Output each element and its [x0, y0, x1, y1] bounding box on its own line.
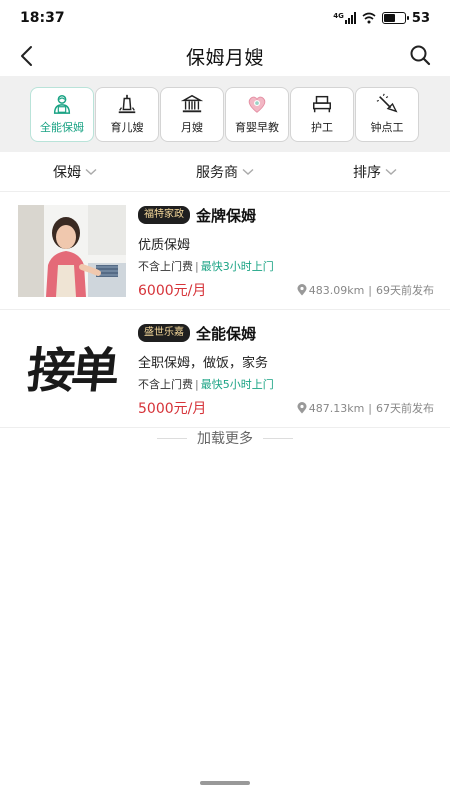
listing-info: 福特家政 金牌保姆 优质保姆 不含上门费 | 最快3小时上门 6000元/月 483…: [138, 204, 434, 300]
woman-in-kitchen-photo: [18, 205, 126, 297]
filter-label: 服务商: [196, 164, 238, 181]
fast-note: 最快5小时上门: [200, 378, 274, 391]
tab-label: 月嫂: [181, 121, 203, 134]
tab-label: 护工: [311, 121, 333, 134]
location-pin-icon: [297, 402, 307, 414]
filter-label: 保姆: [53, 164, 81, 181]
tab-hourly-worker[interactable]: 钟点工: [355, 86, 419, 142]
heart-baby-icon: [248, 96, 266, 113]
fee-note: 不含上门费: [138, 378, 193, 391]
nav-bar: 保姆月嫂: [0, 36, 450, 76]
battery-percent: 53: [411, 10, 430, 26]
wifi-icon: [362, 12, 376, 24]
battery-icon: [381, 12, 409, 24]
listing-card[interactable]: 福特家政 金牌保姆 优质保姆 不含上门费 | 最快3小时上门 6000元/月 483…: [0, 192, 450, 310]
filter-sort-dropdown[interactable]: 排序: [300, 162, 450, 182]
chevron-left-icon[interactable]: [16, 44, 40, 68]
posted-time: 67天前发布: [376, 402, 434, 415]
company-badge: 盛世乐嘉: [138, 324, 190, 342]
cleaning-icon: [376, 93, 398, 113]
company-badge: 福特家政: [138, 206, 190, 224]
divider: [157, 437, 187, 439]
baby-bottle-icon: [118, 94, 136, 114]
status-bar: 18:37 4G 53: [0, 0, 450, 36]
fee-note: 不含上门费: [138, 260, 193, 273]
signal-icon: 4G: [333, 12, 356, 24]
separator: |: [195, 260, 199, 273]
separator: |: [195, 378, 199, 391]
load-more[interactable]: 加载更多: [0, 428, 450, 448]
filter-bar: 保姆 服务商 排序: [0, 152, 450, 192]
calligraphy-image: 接单: [24, 343, 119, 399]
status-time: 18:37: [20, 10, 65, 26]
listing-thumbnail: [18, 205, 126, 297]
fee-row: 不含上门费 | 最快3小时上门: [138, 258, 434, 274]
tab-caregiver[interactable]: 护工: [290, 86, 354, 142]
meta-separator: |: [368, 401, 372, 415]
chevron-down-icon: [242, 168, 254, 175]
tab-early-education[interactable]: 育婴早教: [225, 86, 289, 142]
tab-label: 全能保姆: [40, 121, 84, 134]
home-indicator[interactable]: [200, 781, 250, 785]
listing-description: 全职保姆，做饭，家务: [138, 356, 269, 371]
posted-time: 69天前发布: [376, 284, 434, 297]
filter-nanny-dropdown[interactable]: 保姆: [0, 162, 150, 182]
load-more-label: 加载更多: [197, 431, 253, 447]
page-title: 保姆月嫂: [185, 46, 264, 69]
listing-meta: 483.09km | 69天前发布: [297, 282, 434, 298]
listing-title: 金牌保姆: [196, 206, 257, 225]
fast-note: 最快3小时上门: [200, 260, 274, 273]
listing-title: 全能保姆: [196, 324, 257, 343]
tab-label: 育婴早教: [235, 121, 279, 134]
distance: 487.13km: [308, 401, 365, 415]
tab-childcare[interactable]: 育儿嫂: [95, 86, 159, 142]
filter-label: 排序: [353, 164, 381, 181]
tab-label: 育儿嫂: [110, 121, 144, 134]
search-icon[interactable]: [408, 43, 432, 67]
listing-thumbnail: 接单: [18, 320, 126, 412]
price: 6000元/月: [138, 283, 207, 299]
meta-separator: |: [368, 283, 372, 297]
category-tabs: 全能保姆 育儿嫂 月嫂 育婴早教 护工 钟点工: [0, 76, 450, 152]
listing-meta: 487.13km | 67天前发布: [297, 400, 434, 416]
building-icon: [181, 94, 203, 113]
tab-postpartum[interactable]: 月嫂: [160, 86, 224, 142]
tab-label: 钟点工: [370, 121, 404, 134]
nanny-icon: [53, 95, 71, 114]
listing-description: 优质保姆: [138, 238, 191, 253]
distance: 483.09km: [308, 283, 365, 297]
fee-row: 不含上门费 | 最快5小时上门: [138, 376, 434, 392]
status-icons: 4G 53: [333, 11, 430, 26]
chevron-down-icon: [385, 168, 397, 175]
chevron-down-icon: [85, 168, 97, 175]
bed-icon: [313, 95, 331, 113]
listing-card[interactable]: 接单 盛世乐嘉 全能保姆 全职保姆，做饭，家务 不含上门费 | 最快5小时上门 50…: [0, 310, 450, 428]
divider: [263, 437, 293, 439]
network-type: 4G: [333, 12, 344, 20]
filter-provider-dropdown[interactable]: 服务商: [150, 162, 300, 182]
listing-info: 盛世乐嘉 全能保姆 全职保姆，做饭，家务 不含上门费 | 最快5小时上门 5000元…: [138, 322, 434, 418]
price: 5000元/月: [138, 401, 207, 417]
tab-all-round-nanny[interactable]: 全能保姆: [30, 86, 94, 142]
location-pin-icon: [297, 284, 307, 296]
